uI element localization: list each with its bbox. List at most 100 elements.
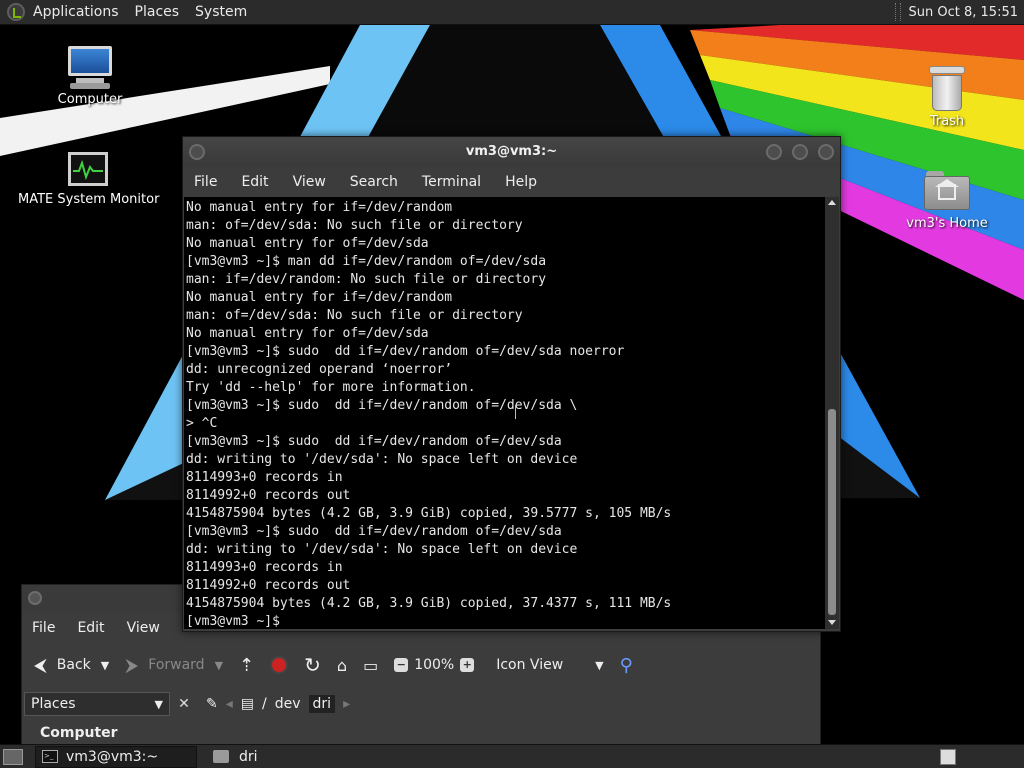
- path-left-arrow-icon[interactable]: ◂: [226, 696, 233, 712]
- terminal-line: man: if=/dev/random: No such file or dir…: [186, 272, 547, 287]
- scroll-up-icon[interactable]: [828, 200, 836, 205]
- desktop-icon-trash[interactable]: Trash: [912, 66, 982, 129]
- home-icon: ⌂: [336, 655, 348, 675]
- scroll-down-icon[interactable]: [828, 620, 836, 625]
- places-select[interactable]: Places ▼: [24, 692, 170, 716]
- show-desktop-icon[interactable]: [3, 748, 23, 765]
- terminal-line: 8114993+0 records in: [186, 560, 343, 575]
- path-segment-dev[interactable]: dev: [275, 696, 301, 712]
- path-bar: ✎ ◂ ▤ / dev dri ▸: [206, 695, 358, 713]
- system-menu[interactable]: System: [195, 4, 247, 20]
- up-arrow-icon: ⇡: [239, 654, 255, 676]
- terminal-line: [vm3@vm3 ~]$ man dd if=/dev/random of=/d…: [186, 254, 547, 269]
- forward-button[interactable]: ⮞ Forward ▼: [125, 655, 223, 676]
- close-sidebar-icon[interactable]: ✕: [174, 694, 194, 714]
- file-manager-toolbar: ⮜ Back ▼ ⮞ Forward ▼ ⇡ ↻ ⌂ ▭ − 100% + Ic…: [22, 643, 820, 687]
- path-right-arrow-icon[interactable]: ▸: [343, 696, 350, 712]
- view-mode-select[interactable]: Icon View ▼: [496, 657, 603, 673]
- desktop-icon-home[interactable]: vm3's Home: [904, 170, 990, 231]
- folder-icon: [213, 750, 229, 763]
- terminal-line: dd: writing to '/dev/sda': No space left…: [186, 452, 578, 467]
- terminal-window[interactable]: vm3@vm3:~ File Edit View Search Terminal…: [182, 136, 841, 632]
- terminal-line: No manual entry for of=/dev/sda: [186, 236, 429, 251]
- desktop-icon-computer[interactable]: Computer: [52, 44, 128, 107]
- terminal-line: 8114993+0 records in: [186, 470, 343, 485]
- system-monitor-icon: [68, 152, 108, 186]
- terminal-line: dd: unrecognized operand ‘noerror’: [186, 362, 453, 377]
- top-panel: Applications Places System Sun Oct 8, 15…: [0, 0, 1024, 25]
- terminal-line: [vm3@vm3 ~]$ sudo dd if=/dev/random of=/…: [186, 524, 562, 539]
- reload-button[interactable]: ↻: [304, 653, 321, 677]
- zoom-out-icon[interactable]: −: [394, 658, 409, 672]
- window-menu-icon[interactable]: [189, 144, 205, 160]
- forward-label: Forward: [148, 657, 205, 673]
- home-folder-icon: [924, 170, 970, 210]
- maximize-icon[interactable]: [792, 144, 808, 160]
- sidebar-heading: Computer: [40, 725, 118, 741]
- search-button[interactable]: ⚲: [620, 655, 633, 676]
- zoom-in-icon[interactable]: +: [460, 658, 475, 672]
- chevron-down-icon[interactable]: ▼: [101, 659, 109, 672]
- window-title: vm3@vm3:~: [465, 144, 558, 159]
- places-menu[interactable]: Places: [135, 4, 180, 20]
- minimize-icon[interactable]: [766, 144, 782, 160]
- desktop-icon-system-monitor[interactable]: MATE System Monitor: [18, 152, 159, 207]
- stop-icon: [270, 656, 289, 674]
- applications-menu[interactable]: Applications: [33, 4, 119, 20]
- terminal-line: 8114992+0 records out: [186, 578, 351, 593]
- zoom-control[interactable]: − 100% +: [394, 657, 480, 673]
- terminal-line: man: of=/dev/sda: No such file or direct…: [186, 308, 523, 323]
- terminal-line: 8114992+0 records out: [186, 488, 351, 503]
- up-button[interactable]: ⇡: [239, 655, 254, 676]
- back-button[interactable]: ⮜ Back ▼: [34, 655, 109, 676]
- mate-logo-icon[interactable]: [7, 3, 25, 21]
- text-cursor-icon: [515, 405, 517, 419]
- clock[interactable]: Sun Oct 8, 15:51: [909, 5, 1018, 20]
- home-button[interactable]: ⌂: [337, 656, 347, 675]
- terminal-titlebar[interactable]: vm3@vm3:~: [183, 137, 840, 167]
- panel-separator: [894, 3, 901, 21]
- taskbar-item-label: dri: [239, 748, 258, 765]
- edit-location-icon[interactable]: ✎: [206, 696, 218, 712]
- menu-help[interactable]: Help: [505, 174, 537, 190]
- taskbar-item-label: vm3@vm3:~: [66, 748, 159, 765]
- terminal-icon: >_: [42, 750, 58, 763]
- menu-terminal[interactable]: Terminal: [422, 174, 481, 190]
- terminal-line: 4154875904 bytes (4.2 GB, 3.9 GiB) copie…: [186, 506, 672, 521]
- menu-search[interactable]: Search: [350, 174, 398, 190]
- terminal-line: 4154875904 bytes (4.2 GB, 3.9 GiB) copie…: [186, 596, 672, 611]
- chevron-down-icon[interactable]: ▼: [215, 659, 223, 672]
- desktop-icon-label: Trash: [929, 114, 965, 129]
- view-mode-value: Icon View: [496, 657, 564, 673]
- terminal-line: [vm3@vm3 ~]$: [186, 614, 288, 629]
- trash-icon: [928, 66, 966, 112]
- back-label: Back: [56, 657, 91, 673]
- desktop-icon-label: Computer: [57, 92, 123, 107]
- computer-button[interactable]: ▭: [363, 656, 378, 675]
- menu-file[interactable]: File: [194, 174, 217, 190]
- path-segment-dri[interactable]: dri: [308, 695, 336, 713]
- computer-icon: [66, 44, 114, 90]
- terminal-text: No manual entry for if=/dev/random man: …: [184, 197, 826, 629]
- scrollbar-thumb[interactable]: [828, 409, 836, 615]
- taskbar-item-file-manager[interactable]: dri: [207, 746, 258, 768]
- menu-edit[interactable]: Edit: [241, 174, 268, 190]
- terminal-line: Try 'dd --help' for more information.: [186, 380, 476, 395]
- path-segment-root[interactable]: /: [262, 696, 267, 712]
- taskbar-item-terminal[interactable]: >_ vm3@vm3:~: [35, 745, 197, 768]
- terminal-scrollbar[interactable]: [825, 197, 839, 629]
- terminal-line: No manual entry for of=/dev/sda: [186, 326, 429, 341]
- terminal-line: No manual entry for if=/dev/random: [186, 200, 453, 215]
- workspace-switcher-icon[interactable]: [940, 748, 956, 765]
- window-menu-icon[interactable]: [28, 591, 42, 605]
- terminal-output[interactable]: No manual entry for if=/dev/random man: …: [184, 197, 826, 629]
- terminal-line: [vm3@vm3 ~]$ sudo dd if=/dev/random of=/…: [186, 398, 578, 413]
- menu-view[interactable]: View: [127, 620, 160, 636]
- menu-view[interactable]: View: [293, 174, 326, 190]
- close-icon[interactable]: [818, 144, 834, 160]
- stop-button[interactable]: [270, 656, 289, 674]
- chevron-down-icon: ▼: [154, 697, 163, 711]
- drive-icon[interactable]: ▤: [241, 696, 254, 712]
- menu-edit[interactable]: Edit: [77, 620, 104, 636]
- menu-file[interactable]: File: [32, 620, 55, 636]
